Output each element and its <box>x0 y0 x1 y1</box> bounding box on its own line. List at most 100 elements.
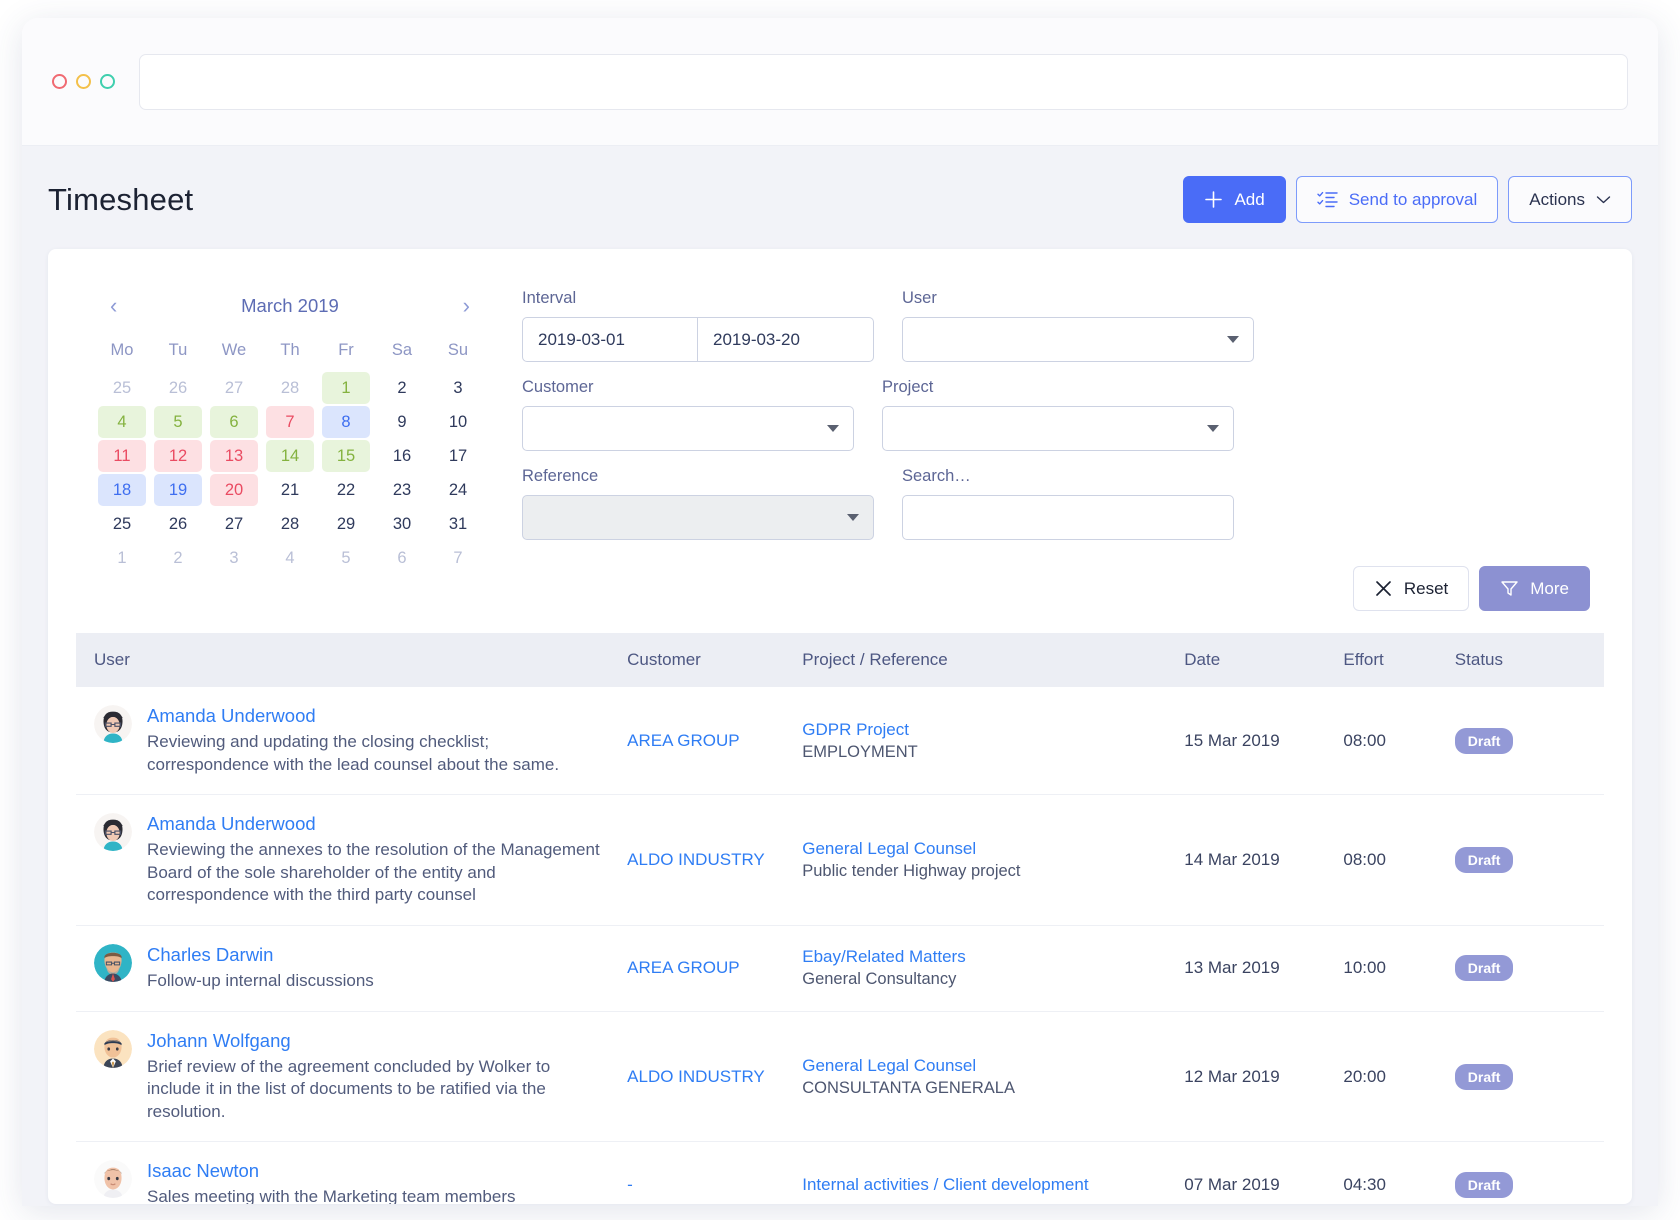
column-header-user[interactable]: User <box>76 633 618 687</box>
calendar-day-cell[interactable]: 4 <box>98 406 146 438</box>
calendar-day-cell[interactable]: 3 <box>434 372 482 404</box>
calendar-day-cell[interactable]: 8 <box>322 406 370 438</box>
user-name-link[interactable]: Isaac Newton <box>147 1160 516 1182</box>
calendar-day-cell[interactable]: 2 <box>154 542 202 574</box>
calendar-weekday: We <box>221 341 247 359</box>
calendar-day-cell[interactable]: 6 <box>210 406 258 438</box>
calendar-day-cell[interactable]: 12 <box>154 440 202 472</box>
maximize-dot[interactable] <box>100 74 115 89</box>
cell-project-reference: Ebay/Related Matters General Consultancy <box>792 925 1175 1012</box>
user-description: Reviewing and updating the closing check… <box>147 732 560 774</box>
calendar-day-cell[interactable]: 6 <box>378 542 426 574</box>
column-header-customer[interactable]: Customer <box>617 633 793 687</box>
calendar-day-cell[interactable]: 26 <box>154 508 202 540</box>
chevron-down-icon <box>1207 425 1219 432</box>
calendar-day-cell[interactable]: 3 <box>210 542 258 574</box>
user-name-link[interactable]: Amanda Underwood <box>147 813 607 835</box>
calendar-day-cell[interactable]: 9 <box>378 406 426 438</box>
calendar-day-cell[interactable]: 1 <box>322 372 370 404</box>
customer-link[interactable]: AREA GROUP <box>627 731 739 750</box>
user-name-link[interactable]: Amanda Underwood <box>147 705 607 727</box>
calendar-day-cell[interactable]: 20 <box>210 474 258 506</box>
calendar-day-cell[interactable]: 27 <box>210 372 258 404</box>
calendar-day-cell[interactable]: 28 <box>266 372 314 404</box>
customer-link[interactable]: ALDO INDUSTRY <box>627 850 765 869</box>
calendar-day-cell[interactable]: 26 <box>154 372 202 404</box>
calendar-weekday: Th <box>280 341 300 359</box>
calendar-day-cell[interactable]: 2 <box>378 372 426 404</box>
project-link[interactable]: General Legal Counsel <box>802 1056 976 1075</box>
project-link[interactable]: Ebay/Related Matters <box>802 947 965 966</box>
calendar-day-grid: 25 26 27 28 1 2 3 4 5 6 7 8 9 10 11 12 13 14 15 16 17 18 19 20 2… <box>94 372 486 574</box>
calendar-day-cell[interactable]: 13 <box>210 440 258 472</box>
calendar-day-cell[interactable]: 19 <box>154 474 202 506</box>
reference-select[interactable] <box>522 495 874 540</box>
reset-button[interactable]: Reset <box>1352 566 1470 611</box>
project-select[interactable] <box>882 406 1234 451</box>
table-row[interactable]: Amanda Underwood Reviewing the annexes to… <box>76 794 1604 927</box>
chevron-down-icon <box>1227 336 1239 343</box>
calendar-day-cell[interactable]: 7 <box>266 406 314 438</box>
calendar-weekday: Sa <box>391 341 413 359</box>
customer-link[interactable]: AREA GROUP <box>627 958 739 977</box>
column-header-status[interactable]: Status <box>1444 633 1604 687</box>
customer-select[interactable] <box>522 406 854 451</box>
project-link[interactable]: GDPR Project <box>802 720 909 739</box>
column-header-date[interactable]: Date <box>1174 633 1334 687</box>
calendar-day-cell[interactable]: 25 <box>98 508 146 540</box>
calendar-day-cell[interactable]: 15 <box>322 440 370 472</box>
column-header-project-reference[interactable]: Project / Reference <box>792 633 1175 687</box>
calendar-day-cell[interactable]: 22 <box>322 474 370 506</box>
calendar-day-cell[interactable]: 24 <box>434 474 482 506</box>
calendar-day-cell[interactable]: 1 <box>98 542 146 574</box>
more-button[interactable]: More <box>1479 566 1590 611</box>
project-link[interactable]: General Legal Counsel <box>802 839 976 858</box>
project-link[interactable]: Internal activities / Client development <box>802 1175 1088 1194</box>
customer-link[interactable]: - <box>627 1175 633 1194</box>
close-dot[interactable] <box>52 74 67 89</box>
actions-button[interactable]: Actions <box>1508 176 1632 223</box>
calendar-day-cell[interactable]: 5 <box>322 542 370 574</box>
interval-from-input[interactable]: 2019-03-01 <box>522 317 698 362</box>
calendar-day-cell[interactable]: 4 <box>266 542 314 574</box>
calendar-day-cell[interactable]: 16 <box>378 440 426 472</box>
calendar-day-cell[interactable]: 31 <box>434 508 482 540</box>
calendar-day-cell[interactable]: 5 <box>154 406 202 438</box>
calendar-day-cell[interactable]: 28 <box>266 508 314 540</box>
cell-effort: 04:30 <box>1333 1141 1445 1204</box>
table-row[interactable]: Johann Wolfgang Brief review of the agree… <box>76 1011 1604 1143</box>
calendar-day-cell[interactable]: 11 <box>98 440 146 472</box>
minimize-dot[interactable] <box>76 74 91 89</box>
timesheet-table: User Customer Project / Reference Date E… <box>76 633 1604 1204</box>
column-header-effort[interactable]: Effort <box>1333 633 1445 687</box>
address-bar[interactable] <box>139 53 1628 110</box>
cell-user: Amanda Underwood Reviewing the annexes to… <box>76 794 618 927</box>
interval-to-input[interactable]: 2019-03-20 <box>698 317 874 362</box>
user-select[interactable] <box>902 317 1254 362</box>
status-badge: Draft <box>1454 955 1514 982</box>
calendar-day-cell[interactable]: 7 <box>434 542 482 574</box>
calendar-day-cell[interactable]: 27 <box>210 508 258 540</box>
table-row[interactable]: Charles Darwin Follow-up internal discuss… <box>76 925 1604 1012</box>
user-name-link[interactable]: Johann Wolfgang <box>147 1030 607 1052</box>
table-row[interactable]: Isaac Newton Sales meeting with the Marke… <box>76 1141 1604 1204</box>
calendar-day-cell[interactable]: 17 <box>434 440 482 472</box>
user-name-link[interactable]: Charles Darwin <box>147 944 374 966</box>
calendar-day-cell[interactable]: 14 <box>266 440 314 472</box>
calendar-prev-button[interactable]: ‹ <box>110 295 117 317</box>
calendar-day-cell[interactable]: 25 <box>98 372 146 404</box>
calendar-day-cell[interactable]: 30 <box>378 508 426 540</box>
search-label: Search… <box>902 467 971 485</box>
search-input[interactable] <box>902 495 1234 540</box>
calendar-day-cell[interactable]: 23 <box>378 474 426 506</box>
calendar-day-cell[interactable]: 29 <box>322 508 370 540</box>
calendar-day-cell[interactable]: 10 <box>434 406 482 438</box>
user-text-block: Johann Wolfgang Brief review of the agree… <box>147 1030 607 1124</box>
add-button[interactable]: Add <box>1183 176 1286 223</box>
calendar-day-cell[interactable]: 18 <box>98 474 146 506</box>
send-to-approval-button[interactable]: Send to approval <box>1295 176 1499 223</box>
calendar-day-cell[interactable]: 21 <box>266 474 314 506</box>
customer-link[interactable]: ALDO INDUSTRY <box>627 1067 765 1086</box>
calendar-next-button[interactable]: › <box>463 295 470 317</box>
table-row[interactable]: Amanda Underwood Reviewing and updating t… <box>76 687 1604 796</box>
